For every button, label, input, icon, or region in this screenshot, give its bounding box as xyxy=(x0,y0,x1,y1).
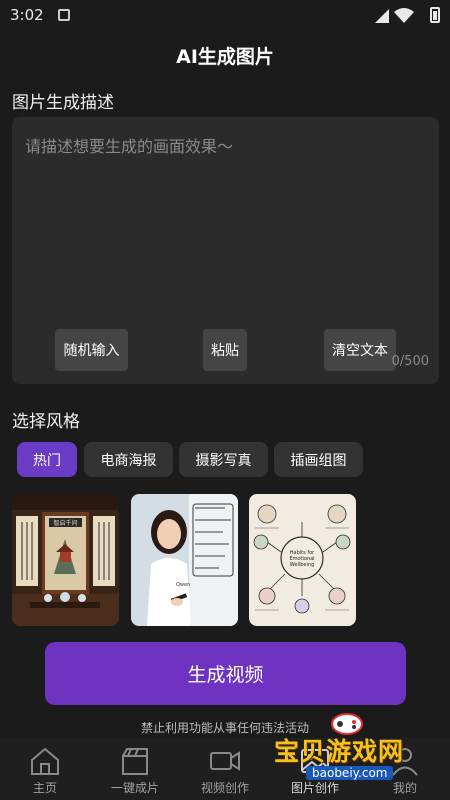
home-icon xyxy=(31,747,59,775)
chinese-interior-painting-sample[interactable]: 智启千问 xyxy=(12,494,119,626)
wifi-icon xyxy=(394,8,414,23)
notification-icon xyxy=(58,9,70,21)
prompt-placeholder: 请描述想要生成的画面效果～ xyxy=(25,137,234,156)
nav-home[interactable]: 主页 xyxy=(0,738,90,800)
clear-text-button[interactable]: 清空文本 xyxy=(324,329,396,371)
mind-map-illustration-sample[interactable]: Habits for Emotional Wellbeing xyxy=(249,494,356,626)
woman-whiteboard-photo-sample[interactable]: Qwen xyxy=(131,494,238,626)
page-title: AI生成图片 xyxy=(176,46,274,68)
tab-illustration[interactable]: 插画组图 xyxy=(274,442,363,477)
watermark-logo: 宝贝游戏网 baobeiy.com xyxy=(270,712,430,792)
nav-video-create-label: 视频创作 xyxy=(200,781,249,795)
paste-button[interactable]: 粘贴 xyxy=(203,329,247,371)
generate-button[interactable]: 生成视频 xyxy=(45,642,406,705)
watermark-text: 宝贝游戏网 xyxy=(274,737,405,766)
svg-text:智启千问: 智启千问 xyxy=(53,519,77,527)
tab-ecommerce-poster[interactable]: 电商海报 xyxy=(84,442,173,477)
nav-one-click[interactable]: 一键成片 xyxy=(90,738,180,800)
status-time: 3:02 xyxy=(10,6,44,24)
status-bar: 3:02 xyxy=(0,0,450,30)
nav-one-click-label: 一键成片 xyxy=(110,781,159,795)
battery-icon xyxy=(430,7,440,23)
prompt-section-label: 图片生成描述 xyxy=(12,93,114,113)
char-count: 0/500 xyxy=(391,354,429,369)
watermark-url: baobeiy.com xyxy=(306,766,394,780)
tab-photography[interactable]: 摄影写真 xyxy=(179,442,268,477)
style-section-label: 选择风格 xyxy=(12,412,80,432)
random-input-button[interactable]: 随机输入 xyxy=(55,329,128,371)
svg-text:Wellbeing: Wellbeing xyxy=(290,562,315,568)
prompt-input[interactable]: 请描述想要生成的画面效果～ 随机输入 粘贴 清空文本 0/500 xyxy=(12,117,439,384)
svg-text:Qwen: Qwen xyxy=(176,582,190,588)
video-camera-icon xyxy=(210,751,240,771)
clapperboard-icon xyxy=(122,748,148,775)
signal-icon xyxy=(375,9,389,23)
nav-video-create[interactable]: 视频创作 xyxy=(180,738,270,800)
nav-home-label: 主页 xyxy=(32,781,57,795)
tab-hot[interactable]: 热门 xyxy=(17,442,77,477)
